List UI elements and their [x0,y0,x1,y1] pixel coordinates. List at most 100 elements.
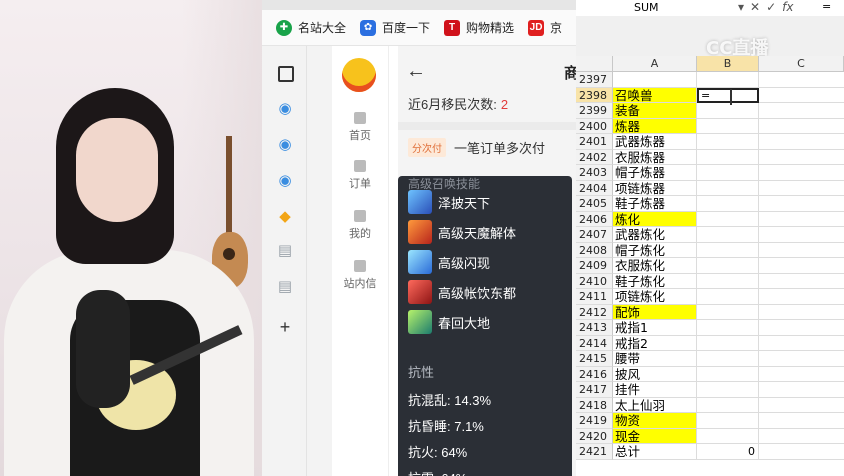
active-cell[interactable]: = [697,87,759,103]
cell-a[interactable]: 召唤兽 [613,87,697,103]
cell-c[interactable] [759,320,844,336]
row-header[interactable]: 2415 [576,351,613,367]
row-header[interactable]: 2413 [576,320,613,336]
row-header[interactable]: 2405 [576,196,613,212]
cell-a[interactable]: 挂件 [613,382,697,398]
cell-b[interactable] [697,428,759,444]
cell-c[interactable] [759,134,844,150]
cell-a[interactable]: 披风 [613,366,697,382]
column-header-b[interactable]: B [697,56,759,72]
cell-b[interactable] [697,72,759,88]
cell-c[interactable] [759,196,844,212]
cell-c[interactable] [759,165,844,181]
cell-c[interactable] [759,351,844,367]
nav-home[interactable]: 首页 [332,112,388,143]
installment-row[interactable]: 分次付 一笔订单多次付 [408,138,545,157]
cell-a[interactable] [613,72,697,88]
row-header[interactable]: 2414 [576,335,613,351]
cell-a[interactable]: 武器炼器 [613,134,697,150]
cell-c[interactable] [759,258,844,274]
cell-a[interactable]: 衣服炼化 [613,258,697,274]
cell-a[interactable]: 总计 [613,444,697,460]
row-header[interactable]: 2408 [576,242,613,258]
cell-c[interactable] [759,88,844,103]
cell-b[interactable] [697,227,759,243]
back-arrow-icon[interactable]: ← [406,60,426,83]
cancel-icon[interactable]: ✕ [750,0,760,14]
name-box[interactable]: SUM [614,0,704,15]
cell-a[interactable]: 帽子炼器 [613,165,697,181]
row-header[interactable]: 2406 [576,211,613,227]
row-header[interactable]: 2404 [576,180,613,196]
formula-input[interactable]: = [822,0,831,13]
confirm-icon[interactable]: ✓ [766,0,776,14]
nav-mine[interactable]: 我的 [332,210,388,241]
cell-b[interactable] [697,180,759,196]
cell-a[interactable]: 衣服炼器 [613,149,697,165]
cell-c[interactable] [759,212,844,227]
bird-app-icon[interactable]: ◆ [276,208,294,226]
tabs-icon[interactable] [278,66,294,82]
cell-b[interactable] [697,134,759,150]
cell-a[interactable]: 现金 [613,428,697,444]
cell-b[interactable] [697,382,759,398]
cell-a[interactable]: 项链炼器 [613,180,697,196]
cell-b[interactable] [697,397,759,413]
cell-a[interactable]: 项链炼化 [613,289,697,305]
cell-c[interactable] [759,413,844,429]
cell-b[interactable] [697,196,759,212]
cell-a[interactable]: 帽子炼化 [613,242,697,258]
row-header[interactable]: 2418 [576,397,613,413]
cell-a[interactable]: 戒指1 [613,320,697,336]
bookmark-item[interactable]: ✿ 百度一下 [360,19,430,36]
cell-c[interactable] [759,72,844,88]
row-header[interactable]: 2399 [576,103,613,119]
edge-icon[interactable]: ◉ [276,172,294,190]
row-header[interactable]: 2420 [576,428,613,444]
fx-icon[interactable]: fx [782,0,793,14]
cell-a[interactable]: 鞋子炼器 [613,196,697,212]
row-header[interactable]: 2412 [576,304,613,320]
cell-b[interactable] [697,289,759,305]
row-header[interactable]: 2403 [576,165,613,181]
cell-c[interactable] [759,336,844,351]
row-header[interactable]: 2400 [576,118,613,134]
row-header[interactable]: 2411 [576,289,613,305]
cell-c[interactable] [759,227,844,243]
row-header[interactable]: 2409 [576,258,613,274]
cell-a[interactable]: 配饰 [613,304,697,320]
cell-b[interactable] [697,366,759,382]
row-header[interactable]: 2398 [576,87,613,103]
cell-c[interactable] [759,305,844,320]
cell-b[interactable] [697,165,759,181]
cell-b[interactable] [697,118,759,134]
row-header[interactable]: 2397 [576,72,613,88]
cell-a[interactable]: 物资 [613,413,697,429]
bookmark-item[interactable]: T 购物精选 [444,19,514,36]
edge-icon[interactable]: ◉ [276,100,294,118]
row-header[interactable]: 2416 [576,366,613,382]
cell-b[interactable] [697,103,759,119]
cell-c[interactable] [759,181,844,196]
nav-orders[interactable]: 订单 [332,160,388,191]
cell-b[interactable] [697,351,759,367]
cell-c[interactable] [759,429,844,444]
calendar-icon[interactable]: ▤ [276,242,294,260]
nav-messages[interactable]: 站内信 [332,260,388,291]
cell-c[interactable] [759,367,844,382]
cell-b[interactable] [697,304,759,320]
cell-c[interactable] [759,103,844,119]
cell-a[interactable]: 鞋子炼化 [613,273,697,289]
cell-b[interactable] [697,413,759,429]
row-header[interactable]: 2417 [576,382,613,398]
edge-icon[interactable]: ◉ [276,136,294,154]
bookmark-item[interactable]: JD 京 [528,19,562,36]
cell-a[interactable]: 腰带 [613,351,697,367]
column-header-c[interactable]: C [759,56,844,72]
row-header[interactable]: 2421 [576,444,613,460]
cell-b[interactable] [697,149,759,165]
row-header[interactable]: 2401 [576,134,613,150]
cell-a[interactable]: 戒指2 [613,335,697,351]
cell-b[interactable] [697,273,759,289]
calendar-icon[interactable]: ▤ [276,278,294,296]
